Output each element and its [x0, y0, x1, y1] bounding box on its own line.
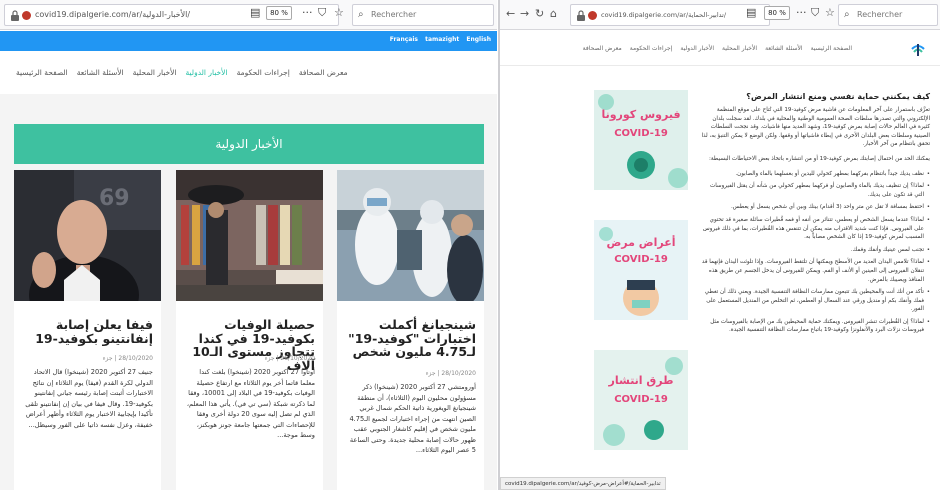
nav-government-measures[interactable]: إجراءات الحكومة	[237, 68, 290, 77]
article-heading: كيف يمكنني حماية نفسي ومنع انتشار المرض؟	[746, 92, 930, 101]
left-main-nav: الصفحة الرئيسية الأسئلة الشائعة الأخبار …	[0, 52, 497, 92]
list-item: لماذا؟ تلامس اليدان العديد من الأسطح ويم…	[700, 258, 930, 284]
nav-home[interactable]: الصفحة الرئيسية	[16, 68, 68, 77]
back-arrow-icon[interactable]: ←	[506, 7, 515, 20]
news-image-canada[interactable]	[176, 170, 323, 301]
nav-local-news[interactable]: الأخبار المحلية	[722, 45, 757, 52]
lang-link-tamazight[interactable]: tamazight	[425, 36, 459, 43]
status-bar-url: covid19.dipalgerie.com/ar/تدابير-الحماية…	[500, 477, 666, 490]
pocket-icon[interactable]: ⛉	[811, 6, 819, 20]
article-bullets: نظف يديك جيداً بانتظام بفركهما بمطهر كحو…	[700, 170, 930, 336]
home-icon[interactable]: ⌂	[550, 7, 557, 20]
news-meta: 28/10/2020 | جزء	[102, 355, 153, 362]
right-browser-window: ← → ↻ ⌂ covid19.dipalgerie.com/ar/تدابير…	[498, 0, 940, 490]
news-excerpt: جنيف 27 أكتوبر 2020 (شينخوا) قال الاتحاد…	[25, 368, 153, 429]
news-image-fifa[interactable]: 69	[14, 170, 161, 301]
section-banner: الأخبار الدولية	[14, 124, 484, 164]
search-icon: ⌕	[358, 9, 364, 20]
search-icon: ⌕	[844, 9, 850, 20]
nav-press-gallery[interactable]: معرض الصحافة	[299, 68, 348, 77]
news-tag: جزء	[425, 370, 436, 377]
bookmark-star-icon[interactable]: ☆	[825, 6, 835, 19]
list-item: تأكد من أنك أنت والمحيطين بك تتبعون ممار…	[700, 288, 930, 314]
site-logo-icon[interactable]	[910, 41, 926, 57]
right-address-bar[interactable]: covid19.dipalgerie.com/ar/تدابير-الحماية…	[570, 4, 770, 26]
list-item: لماذا؟ إن تنظيف يديك بالماء والصابون أو …	[700, 182, 930, 199]
nav-international-news[interactable]: الأخبار الدولية	[186, 68, 228, 77]
left-url-text: covid19.dipalgerie.com/ar/الأخبار-الدولي…	[35, 10, 191, 19]
right-main-nav: الصفحة الرئيسية الأسئلة الشائعة الأخبار …	[500, 31, 940, 66]
search-placeholder: Rechercher	[371, 10, 417, 19]
zoom-level[interactable]: 80 %	[764, 6, 790, 20]
lang-link-english[interactable]: English	[466, 36, 491, 43]
infographic-caption: أعراض مرض	[606, 236, 676, 249]
lock-icon	[11, 10, 19, 21]
protection-article: كيف يمكنني حماية نفسي ومنع انتشار المرض؟…	[700, 92, 930, 341]
article-paragraph: يمكنك الحد من احتمال إصابتك بمرض كوفيد-1…	[709, 155, 930, 162]
news-title[interactable]: شينجيانغ أكملت اختبارات "كوفيد-19" لـ4.7…	[344, 318, 476, 359]
lock-icon	[577, 10, 585, 21]
pocket-icon[interactable]: ⛉	[318, 6, 326, 20]
news-card-xinjiang[interactable]: شينجيانغ أكملت اختبارات "كوفيد-19" لـ4.7…	[337, 170, 484, 490]
left-search-field[interactable]: ⌕ Rechercher	[352, 4, 494, 26]
site-favicon-icon	[22, 11, 31, 20]
site-favicon-icon	[588, 11, 597, 20]
more-actions-icon[interactable]: ···	[302, 6, 313, 19]
reader-view-icon[interactable]: ▤	[250, 6, 260, 19]
search-placeholder: Rechercher	[857, 10, 903, 19]
right-search-field[interactable]: ⌕ Rechercher	[838, 4, 938, 26]
right-url-text: covid19.dipalgerie.com/ar/تدابير-الحماية…	[601, 11, 727, 19]
news-tag: جزء	[102, 355, 113, 362]
reader-view-icon[interactable]: ▤	[746, 6, 756, 19]
infographic-covid19[interactable]: فيروس كورونا COVID-19	[594, 90, 688, 190]
infographic-symptoms[interactable]: أعراض مرض COVID-19	[594, 220, 688, 320]
news-tag: جزء	[264, 355, 275, 362]
news-title[interactable]: حصيلة الوفيات بكوفيد-19 في كندا تتجاوز م…	[183, 318, 315, 372]
news-excerpt: أورومتشي 27 أكتوبر 2020 (شينخوا) ذكر مسؤ…	[349, 383, 476, 454]
news-date: 28/10/2020	[441, 370, 476, 377]
forward-arrow-icon[interactable]: →	[520, 7, 529, 20]
svg-text:69: 69	[99, 186, 130, 211]
reload-icon[interactable]: ↻	[535, 7, 544, 20]
news-meta: 28/10/2020 | جزء	[264, 355, 315, 362]
infographic-subcaption: COVID-19	[614, 254, 668, 265]
news-meta: 28/10/2020 | جزء	[425, 370, 476, 377]
nav-home[interactable]: الصفحة الرئيسية	[811, 45, 852, 52]
list-item: احتفظ بمسافة لا تقل عن متر واحد (3 أقدام…	[700, 203, 930, 212]
left-browser-window: covid19.dipalgerie.com/ar/الأخبار-الدولي…	[0, 0, 497, 490]
nav-press-gallery[interactable]: معرض الصحافة	[583, 45, 622, 52]
nav-faq[interactable]: الأسئلة الشائعة	[765, 45, 803, 52]
more-actions-icon[interactable]: ···	[796, 6, 807, 19]
news-image-xinjiang[interactable]	[337, 170, 484, 301]
list-item: تجنب لمس عينيك وأنفك وفمك.	[700, 246, 930, 255]
nav-local-news[interactable]: الأخبار المحلية	[133, 68, 177, 77]
news-date: 28/10/2020	[118, 355, 153, 362]
infographic-caption: فيروس كورونا	[601, 108, 681, 121]
infographic-caption: طرق انتشار	[608, 374, 674, 387]
nav-international-news[interactable]: الأخبار الدولية	[680, 45, 714, 52]
bookmark-star-icon[interactable]: ☆	[334, 6, 344, 19]
lang-link-french[interactable]: Français	[390, 36, 418, 43]
list-item: نظف يديك جيداً بانتظام بفركهما بمطهر كحو…	[700, 170, 930, 179]
news-card-canada[interactable]: حصيلة الوفيات بكوفيد-19 في كندا تتجاوز م…	[176, 170, 323, 490]
list-item: لماذا؟ عندما يسعل الشخص أو يعطس، تتناثر …	[700, 216, 930, 242]
right-toolbar: ← → ↻ ⌂ covid19.dipalgerie.com/ar/تدابير…	[500, 0, 940, 30]
infographic-subcaption: COVID-19	[614, 128, 668, 139]
nav-government-measures[interactable]: إجراءات الحكومة	[630, 45, 673, 52]
infographic-transmission[interactable]: طرق انتشار COVID-19	[594, 350, 688, 450]
article-intro: تعرَّف باستمرار على آخر المعلومات عن فاش…	[701, 107, 930, 148]
list-item: لماذا؟ إن القُطيرات تنشر الفيروس. ويمكنك…	[700, 318, 930, 335]
news-date: 28/10/2020	[280, 355, 315, 362]
nav-faq[interactable]: الأسئلة الشائعة	[77, 68, 124, 77]
news-excerpt: أوتاوا 27 أكتوبر 2020 (شينخوا) بلغت كندا…	[186, 368, 315, 439]
infographic-subcaption: COVID-19	[614, 394, 668, 405]
news-card-fifa[interactable]: 69 فيفا يعلن إصابة إنفانتينو بكوفيد-19 2…	[14, 170, 161, 490]
zoom-level[interactable]: 80 %	[266, 6, 292, 20]
news-title[interactable]: فيفا يعلن إصابة إنفانتينو بكوفيد-19	[21, 318, 153, 345]
language-bar: Français tamazight English	[0, 31, 497, 51]
left-toolbar: covid19.dipalgerie.com/ar/الأخبار-الدولي…	[0, 0, 497, 30]
